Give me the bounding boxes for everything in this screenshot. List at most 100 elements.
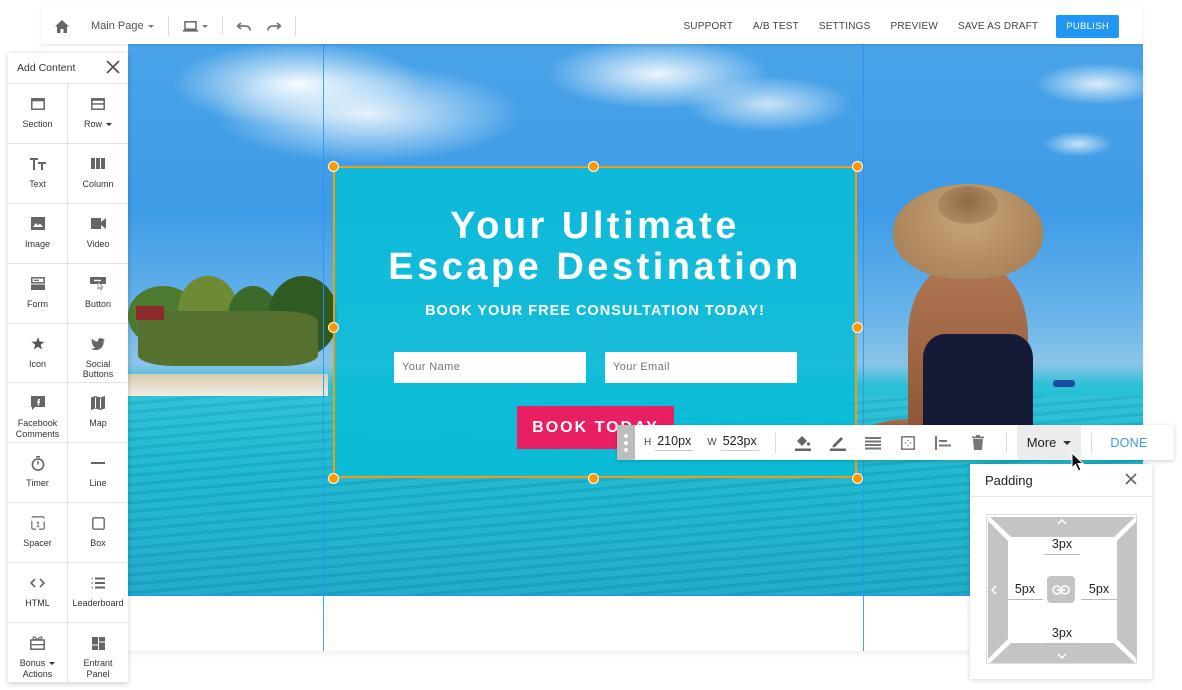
link-padding-toggle[interactable]	[1047, 576, 1075, 603]
page-selector[interactable]: Main Page	[83, 8, 162, 44]
add-box[interactable]: Box	[68, 503, 128, 564]
add-social-buttons[interactable]: Social Buttons	[68, 324, 128, 384]
item-label: Spacer	[23, 538, 52, 549]
add-leaderboard[interactable]: Leaderboard	[68, 563, 128, 624]
item-label: Form	[27, 298, 48, 309]
resize-handle-bottom-right[interactable]	[852, 473, 863, 484]
form-icon	[30, 277, 45, 291]
column-guide-right	[863, 44, 864, 651]
row-icon	[91, 98, 105, 110]
border-style-icon	[865, 436, 882, 449]
resize-handle-top[interactable]	[588, 161, 599, 172]
column-icon	[91, 158, 105, 170]
width-value[interactable]: 523px	[720, 434, 759, 451]
padding-editor: 3px 5px 5px 3px	[986, 514, 1137, 664]
spacer-icon	[30, 516, 45, 531]
name-input[interactable]	[394, 352, 586, 383]
delete-button[interactable]	[961, 425, 996, 460]
add-image[interactable]: Image	[8, 203, 68, 264]
subheadline[interactable]: BOOK YOUR FREE CONSULTATION TODAY!	[335, 303, 855, 319]
add-row[interactable]: Row	[68, 84, 128, 144]
add-form[interactable]: Form	[8, 263, 68, 324]
item-label: Icon	[28, 358, 46, 369]
item-label: Video	[86, 238, 110, 249]
ab-test-link[interactable]: A/B TEST	[743, 21, 809, 32]
chevron-left-icon[interactable]	[991, 585, 997, 595]
device-selector[interactable]	[175, 8, 216, 44]
border-color-button[interactable]	[821, 425, 856, 460]
resize-handle-top-right[interactable]	[852, 161, 863, 172]
padding-left-input[interactable]: 5px	[1007, 582, 1043, 600]
add-text[interactable]: Text	[8, 143, 68, 204]
resize-handle-bottom[interactable]	[588, 473, 599, 484]
add-entrant-panel[interactable]: Entrant Panel	[68, 623, 128, 683]
chevron-up-icon[interactable]	[1057, 519, 1067, 525]
done-button[interactable]: DONE	[1110, 436, 1147, 450]
height-value[interactable]: 210px	[655, 434, 694, 451]
item-label: Map	[89, 418, 107, 429]
boat-image	[1053, 380, 1075, 387]
map-icon	[91, 396, 105, 411]
undo-button[interactable]	[229, 8, 259, 44]
settings-link[interactable]: SETTINGS	[809, 21, 881, 32]
resize-handle-right[interactable]	[852, 322, 863, 333]
add-column[interactable]: Column	[68, 144, 128, 204]
divider	[294, 16, 296, 36]
width-field[interactable]: W 523px	[707, 434, 759, 451]
item-label: Column	[82, 178, 114, 189]
video-icon	[90, 218, 106, 230]
top-toolbar: Main Page SUPPORT A/B TEST SETTINGS PREV…	[41, 8, 1143, 44]
border-style-button[interactable]	[856, 425, 891, 460]
add-line[interactable]: Line	[68, 443, 128, 504]
redo-button[interactable]	[259, 8, 289, 44]
add-bonus-actions[interactable]: Bonus Actions	[8, 623, 68, 683]
publish-button[interactable]: PUBLISH	[1056, 14, 1119, 38]
height-field[interactable]: H 210px	[644, 434, 694, 451]
add-section[interactable]: Section	[8, 84, 68, 144]
preview-link[interactable]: PREVIEW	[880, 21, 948, 32]
email-input[interactable]	[605, 352, 797, 383]
top-actions: SUPPORT A/B TEST SETTINGS PREVIEW SAVE A…	[673, 14, 1143, 38]
divider	[221, 16, 223, 36]
support-link[interactable]: SUPPORT	[673, 21, 743, 32]
add-video[interactable]: Video	[68, 204, 128, 264]
box-icon	[91, 516, 105, 530]
resize-handle-left[interactable]	[328, 322, 339, 333]
button-icon	[90, 277, 106, 291]
item-label: Bonus Actions	[20, 658, 56, 679]
add-icon[interactable]: Icon	[8, 323, 68, 384]
add-button[interactable]: Button	[68, 264, 128, 324]
add-content-panel: Add Content Section Row Text Column Imag…	[8, 53, 128, 683]
mouse-cursor-icon	[1071, 452, 1085, 472]
chevron-down-icon	[1063, 440, 1072, 445]
border-color-icon	[830, 436, 847, 451]
add-facebook-comments[interactable]: Facebook Comments	[8, 383, 68, 444]
item-label: Line	[89, 478, 107, 489]
chevron-down-icon[interactable]	[1057, 653, 1067, 659]
align-button[interactable]	[926, 425, 961, 460]
home-button[interactable]	[41, 8, 83, 44]
add-timer[interactable]: Timer	[8, 443, 68, 504]
padding-top-input[interactable]: 3px	[1044, 537, 1080, 555]
resize-handle-bottom-left[interactable]	[328, 473, 339, 484]
leaderboard-icon	[91, 577, 105, 589]
padding-button[interactable]	[891, 425, 926, 460]
column-guide-left	[323, 44, 324, 651]
item-label: Timer	[26, 478, 49, 489]
save-draft-link[interactable]: SAVE AS DRAFT	[948, 21, 1048, 32]
add-map[interactable]: Map	[68, 383, 128, 444]
add-html[interactable]: HTML	[8, 563, 68, 624]
headline[interactable]: Your Ultimate Escape Destination	[335, 206, 855, 288]
drag-handle[interactable]	[617, 425, 635, 460]
resize-handle-top-left[interactable]	[328, 161, 339, 172]
item-label-line-1: Bonus	[19, 658, 46, 669]
padding-bottom-input[interactable]: 3px	[1044, 626, 1080, 644]
fill-color-button[interactable]	[786, 425, 821, 460]
headline-line-2: Escape Destination	[388, 246, 802, 288]
close-icon[interactable]	[1124, 472, 1138, 486]
align-left-icon	[935, 435, 952, 450]
add-spacer[interactable]: Spacer	[8, 503, 68, 564]
divider	[1091, 432, 1093, 453]
close-icon[interactable]	[105, 59, 121, 75]
padding-right-input[interactable]: 5px	[1081, 582, 1117, 600]
